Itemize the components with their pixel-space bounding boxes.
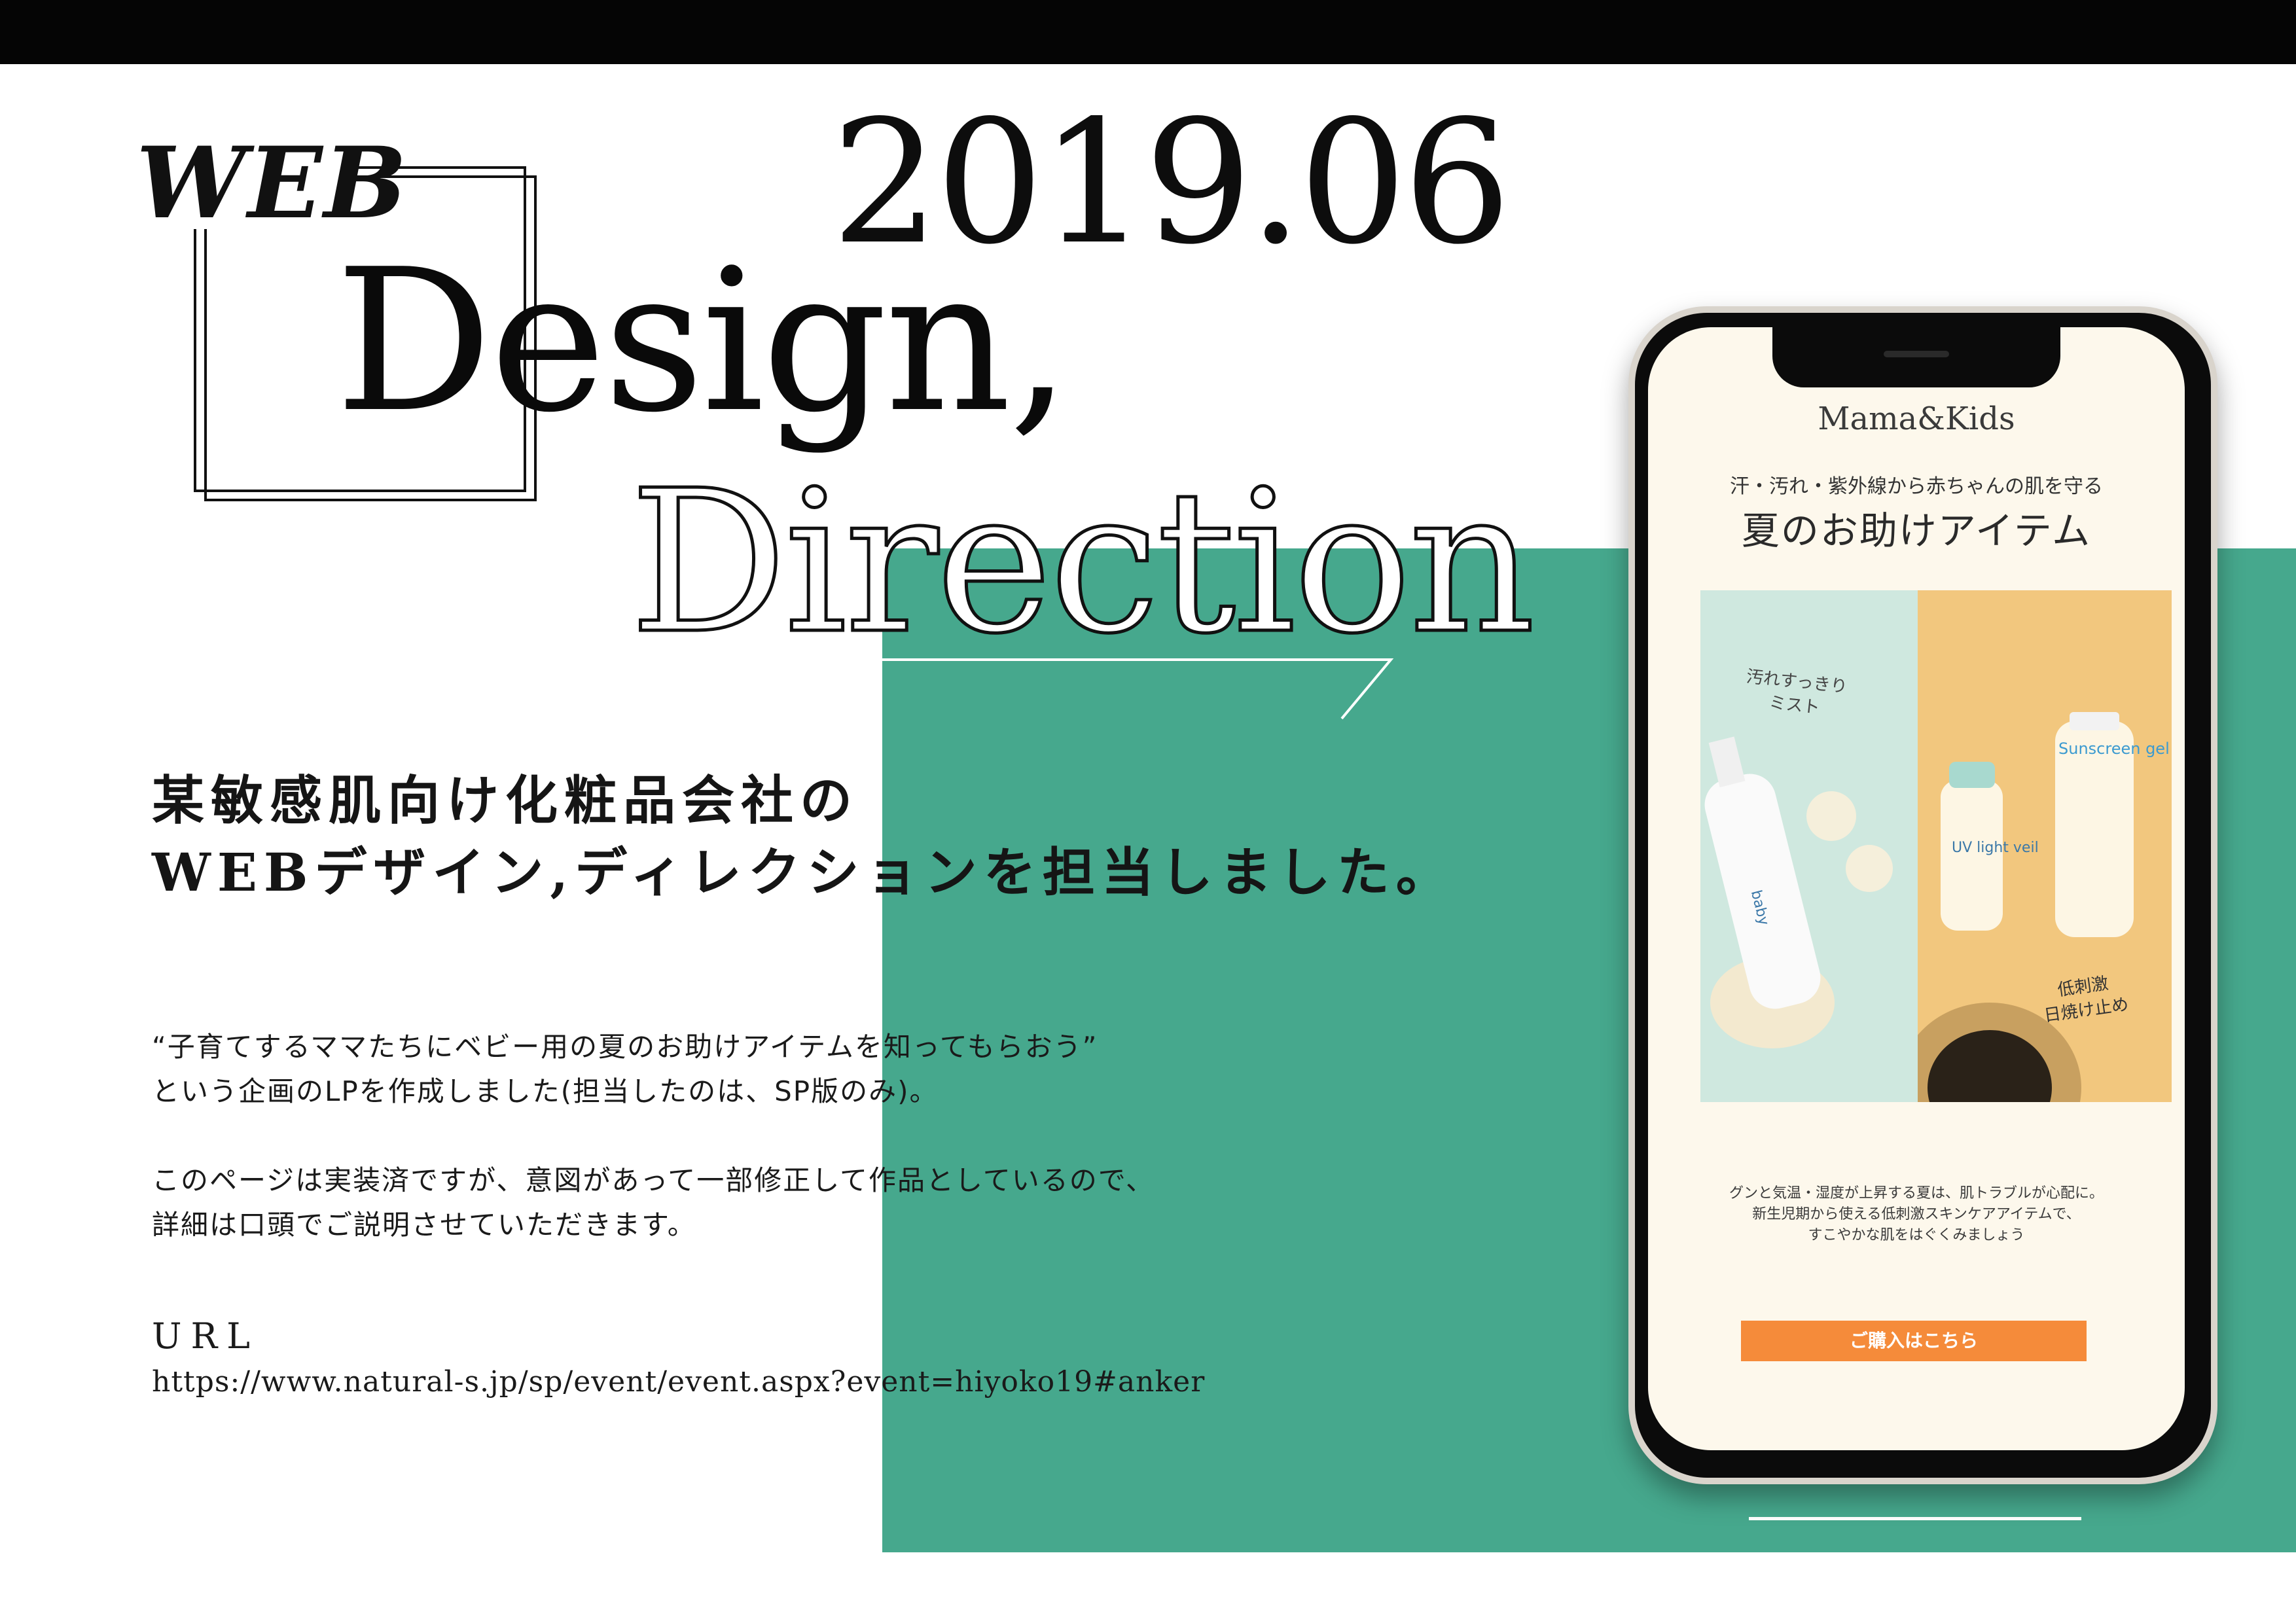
divider-line bbox=[1749, 1517, 2081, 1520]
sunscreen-illustration: UV light veil Sunscreen gel bbox=[1918, 712, 2170, 1102]
screen-body-text: グンと気温・湿度が上昇する夏は、肌トラブルが心配に。 新生児期から使える低刺激ス… bbox=[1648, 1183, 2185, 1246]
url-link[interactable]: https://www.natural-s.jp/sp/event/event.… bbox=[152, 1365, 1205, 1399]
screen-body-line3: すこやかな肌をはぐくみましょう bbox=[1808, 1227, 2025, 1243]
product-right-text: Sunscreen gel bbox=[2058, 740, 2170, 758]
product-photo-left: baby bbox=[1700, 590, 1918, 1102]
screen-brand-logo: Mama&Kids bbox=[1818, 401, 2015, 437]
product-photo-right: UV light veil Sunscreen gel bbox=[1918, 590, 2172, 1102]
screen-body-line2: 新生児期から使える低刺激スキンケアアイテムで、 bbox=[1752, 1206, 2081, 1222]
description: “子育てするママたちにベビー用の夏のお助けアイテムを知ってもらおう” という企画… bbox=[152, 1025, 1155, 1247]
url-label: URL bbox=[152, 1315, 260, 1357]
desc-para1-line2: という企画のLPを作成しました(担当したのは、SP版のみ)。 bbox=[152, 1075, 939, 1107]
product-mid-text: UV light veil bbox=[1952, 840, 2039, 856]
screen-body-line1: グンと気温・湿度が上昇する夏は、肌トラブルが心配に。 bbox=[1729, 1185, 2104, 1202]
intro-lead-line2: WEBデザイン,ディレクションを担当しました。 bbox=[152, 842, 1455, 903]
screen-subtitle: 汗・汚れ・紫外線から赤ちゃんの肌を守る bbox=[1730, 475, 2103, 498]
mist-bottle-illustration: baby bbox=[1704, 736, 1893, 1048]
intro-lead: 某敏感肌向け化粧品会社の WEBデザイン,ディレクションを担当しました。 bbox=[152, 764, 1455, 908]
screen-title: 夏のお助けアイテム bbox=[1741, 508, 2092, 553]
desc-para1-line1: “子育てするママたちにベビー用の夏のお助けアイテムを知ってもらおう” bbox=[152, 1031, 1098, 1063]
desc-para2-line2: 詳細は口頭でご説明させていただきます。 bbox=[152, 1209, 696, 1241]
intro-lead-line1: 某敏感肌向け化粧品会社の bbox=[152, 770, 859, 831]
purchase-button[interactable]: ご購入はこちら bbox=[1741, 1321, 2087, 1361]
phone-speaker bbox=[1884, 351, 1949, 357]
desc-para2-line1: このページは実装済ですが、意図があって一部修正して作品としているので、 bbox=[152, 1164, 1155, 1196]
